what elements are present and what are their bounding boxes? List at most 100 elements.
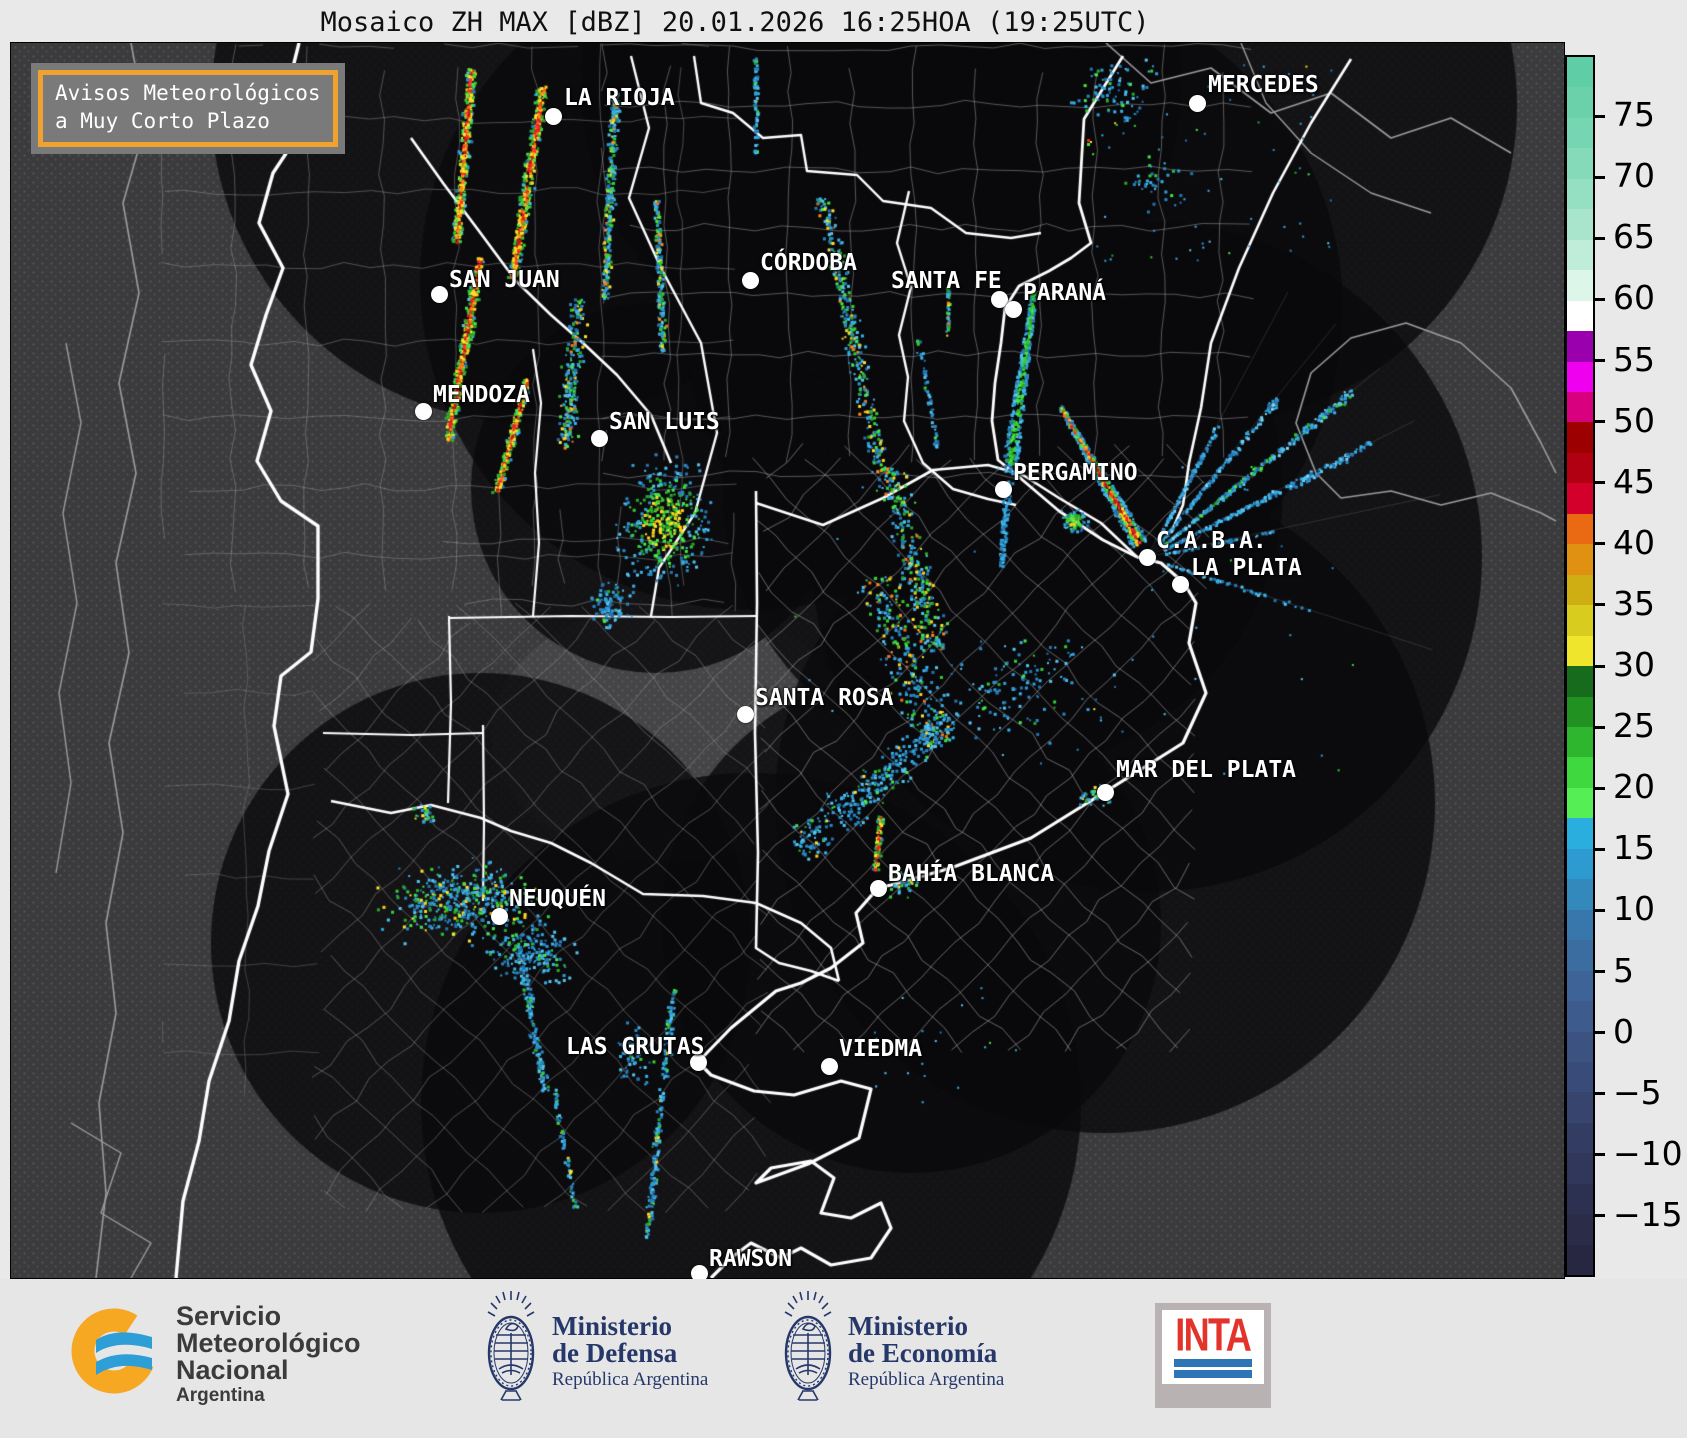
colorbar-tick [1595, 481, 1605, 485]
city-label: PARANÁ [1023, 280, 1107, 306]
colorbar-tick [1595, 786, 1605, 790]
colorbar-tick [1595, 908, 1605, 912]
colorbar-tick [1595, 847, 1605, 851]
defensa-line2: de Defensa [552, 1338, 678, 1368]
smn-logo-text: Servicio Meteorológico Nacional Argentin… [176, 1303, 361, 1408]
colorbar-segment [1567, 209, 1593, 240]
colorbar-tick-label: 70 [1613, 156, 1655, 196]
colorbar-segment [1567, 57, 1593, 88]
city-label: SANTA ROSA [755, 685, 894, 711]
colorbar-segment [1567, 178, 1593, 210]
city-label: PERGAMINO [1013, 460, 1138, 486]
colorbar-segment [1567, 361, 1593, 392]
colorbar-tick [1595, 1214, 1605, 1218]
colorbar-tick-label: 55 [1613, 339, 1655, 379]
radar-map: Avisos Meteorológicos a Muy Corto Plazo … [10, 42, 1565, 1282]
economia-line3: República Argentina [848, 1369, 1005, 1390]
colorbar-segment [1567, 605, 1593, 636]
colorbar-segment [1567, 818, 1593, 849]
colorbar-tick-label: 75 [1613, 95, 1655, 135]
city-marker [995, 481, 1012, 498]
city-marker [742, 272, 759, 289]
colorbar-tick [1595, 420, 1605, 424]
colorbar-segment [1567, 666, 1593, 697]
city-label: CÓRDOBA [760, 250, 857, 276]
colorbar-segment [1567, 148, 1593, 179]
colorbar-segment [1567, 787, 1593, 819]
smn-line1: Servicio [176, 1301, 282, 1331]
city-label: RAWSON [709, 1246, 793, 1272]
colorbar-segment [1567, 909, 1593, 941]
page-title: Mosaico ZH MAX [dBZ] 20.01.2026 16:25HOA… [320, 7, 1150, 38]
colorbar-tick [1595, 1031, 1605, 1035]
colorbar-segment [1567, 574, 1593, 606]
colorbar-segment [1567, 1153, 1593, 1184]
colorbar-segment [1567, 117, 1593, 149]
colorbar-tick-label: 10 [1613, 889, 1655, 929]
colorbar-segment [1567, 270, 1593, 301]
colorbar-segment [1567, 87, 1593, 118]
colorbar-tick-label: 15 [1613, 828, 1655, 868]
city-label: LA RIOJA [564, 85, 675, 111]
inta-logo-label: INTA [1175, 1309, 1253, 1362]
radar-product-page: Mosaico ZH MAX [dBZ] 20.01.2026 16:25HOA… [0, 0, 1687, 1438]
colorbar-tick-label: 65 [1613, 217, 1655, 257]
city-label: LA PLATA [1191, 555, 1302, 581]
economia-line1: Ministerio [848, 1311, 968, 1341]
city-marker [1005, 301, 1022, 318]
city-label: SAN JUAN [449, 267, 560, 293]
city-marker [545, 108, 562, 125]
colorbar-segment [1567, 726, 1593, 758]
colorbar-tick [1595, 359, 1605, 362]
city-marker [1139, 549, 1156, 566]
city-marker [737, 706, 754, 723]
colorbar-tick-label: 60 [1613, 278, 1655, 318]
colorbar-tick-label: −5 [1613, 1072, 1662, 1112]
colorbar-tick-label: 0 [1613, 1011, 1634, 1051]
colorbar-tick-label: 45 [1613, 461, 1655, 501]
colorbar-tick-label: 20 [1613, 767, 1655, 807]
city-label: SAN LUIS [609, 409, 720, 435]
city-marker [1097, 784, 1114, 801]
city-label: MENDOZA [433, 382, 530, 408]
colorbar-tick-label: 30 [1613, 645, 1655, 684]
defensa-line3: República Argentina [552, 1369, 709, 1390]
colorbar-segment [1567, 970, 1593, 1002]
smn-line2: Meteorológico [176, 1328, 361, 1358]
colorbar-tick-label: 35 [1613, 583, 1655, 623]
colorbar-segment [1567, 1001, 1593, 1032]
colorbar-segment [1567, 848, 1593, 880]
city-marker [591, 430, 608, 447]
colorbar-segment [1567, 1092, 1593, 1123]
smn-line4: Argentina [176, 1385, 265, 1406]
smn-line3: Nacional [176, 1355, 289, 1385]
defensa-coat-of-arms-icon [487, 1291, 535, 1401]
alert-badge-line1: Avisos Meteorológicos [55, 81, 321, 105]
colorbar-tick-label: 40 [1613, 522, 1655, 562]
city-label: C.A.B.A. [1156, 528, 1267, 554]
colorbar [1565, 55, 1595, 1277]
alert-badge: Avisos Meteorológicos a Muy Corto Plazo [31, 63, 345, 155]
city-marker [1172, 576, 1189, 593]
colorbar-segment [1567, 544, 1593, 575]
economia-line2: de Economía [848, 1338, 998, 1368]
city-label: SANTA FE [891, 268, 1002, 294]
alert-badge-frame: Avisos Meteorológicos a Muy Corto Plazo [38, 70, 338, 148]
city-marker [415, 403, 432, 420]
colorbar-segment [1567, 1031, 1593, 1062]
colorbar-segment [1567, 483, 1593, 514]
colorbar-tick-label: −10 [1613, 1133, 1683, 1173]
map-canvas [11, 43, 1564, 1278]
city-label: BAHÍA BLANCA [888, 861, 1055, 887]
colorbar-tick-label: 5 [1613, 950, 1634, 990]
colorbar-segment [1567, 757, 1593, 788]
colorbar-segment [1567, 940, 1593, 971]
colorbar-tick-label: 50 [1613, 400, 1655, 440]
colorbar-segment [1567, 1122, 1593, 1154]
city-label: VIEDMA [839, 1036, 923, 1062]
city-marker [491, 908, 508, 925]
colorbar-tick [1595, 1092, 1605, 1096]
city-marker [821, 1058, 838, 1075]
colorbar-segment [1567, 239, 1593, 271]
colorbar-segment [1567, 300, 1593, 332]
